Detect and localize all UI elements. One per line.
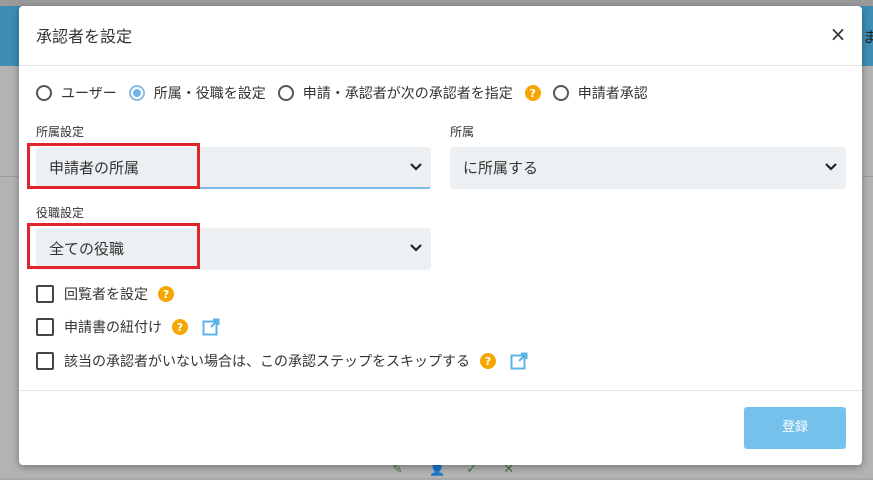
checkbox-row-circulation: 回覧者を設定 ? [36,283,186,305]
checkbox-row-link-application: 申請書の紐付け ? [36,316,220,338]
chevron-down-icon [825,163,837,171]
affiliation-value: に所属する [463,159,539,177]
help-icon[interactable]: ? [524,85,541,101]
radio-designate-next[interactable] [277,85,294,101]
help-icon[interactable]: ? [158,286,174,302]
chevron-down-icon [410,244,422,252]
radio-applicant-approval[interactable] [552,85,569,101]
help-icon[interactable]: ? [172,319,188,335]
affiliation-label: 所属 [450,125,475,139]
background-side-text: ま [863,28,873,46]
approver-settings-dialog: 承認者を設定 × ユーザー 所属・役職を設定 申請・承認者が次の承認者を指定 ?… [19,6,862,465]
affiliation-select[interactable]: に所属する [450,147,846,189]
radio-user-label[interactable]: ユーザー [61,83,117,103]
close-button[interactable]: × [827,22,849,46]
radio-applicant-approval-label[interactable]: 申請者承認 [578,83,648,103]
footer-divider [19,390,862,391]
help-icon[interactable]: ? [480,353,496,369]
external-link-icon[interactable] [510,352,528,370]
skip-step-label[interactable]: 該当の承認者がいない場合は、この承認ステップをスキップする [64,351,470,371]
position-setting-select[interactable]: 全ての役職 [36,228,431,270]
affiliation-setting-select[interactable]: 申請者の所属 [36,147,431,189]
link-application-checkbox[interactable] [36,318,54,336]
position-setting-label: 役職設定 [36,206,85,220]
external-link-icon[interactable] [202,318,220,336]
chevron-down-icon [410,163,422,171]
link-application-label[interactable]: 申請書の紐付け [64,317,162,337]
radio-affiliation-position[interactable] [128,85,145,101]
position-setting-value: 全ての役職 [49,240,125,258]
radio-designate-next-label[interactable]: 申請・承認者が次の承認者を指定 [303,83,513,103]
approver-type-radio-group: ユーザー 所属・役職を設定 申請・承認者が次の承認者を指定 ? 申請者承認 [36,82,660,104]
checkbox-row-skip-step: 該当の承認者がいない場合は、この承認ステップをスキップする ? [36,350,528,372]
dialog-header: 承認者を設定 × [19,6,862,66]
radio-affiliation-position-label[interactable]: 所属・役職を設定 [154,83,266,103]
circulation-label[interactable]: 回覧者を設定 [64,284,148,304]
affiliation-setting-value: 申請者の所属 [49,159,140,177]
register-button[interactable]: 登録 [744,407,846,449]
radio-user[interactable] [36,85,52,101]
circulation-checkbox[interactable] [36,285,54,303]
skip-step-checkbox[interactable] [36,352,54,370]
dialog-title: 承認者を設定 [36,27,133,46]
affiliation-setting-label: 所属設定 [36,125,85,139]
